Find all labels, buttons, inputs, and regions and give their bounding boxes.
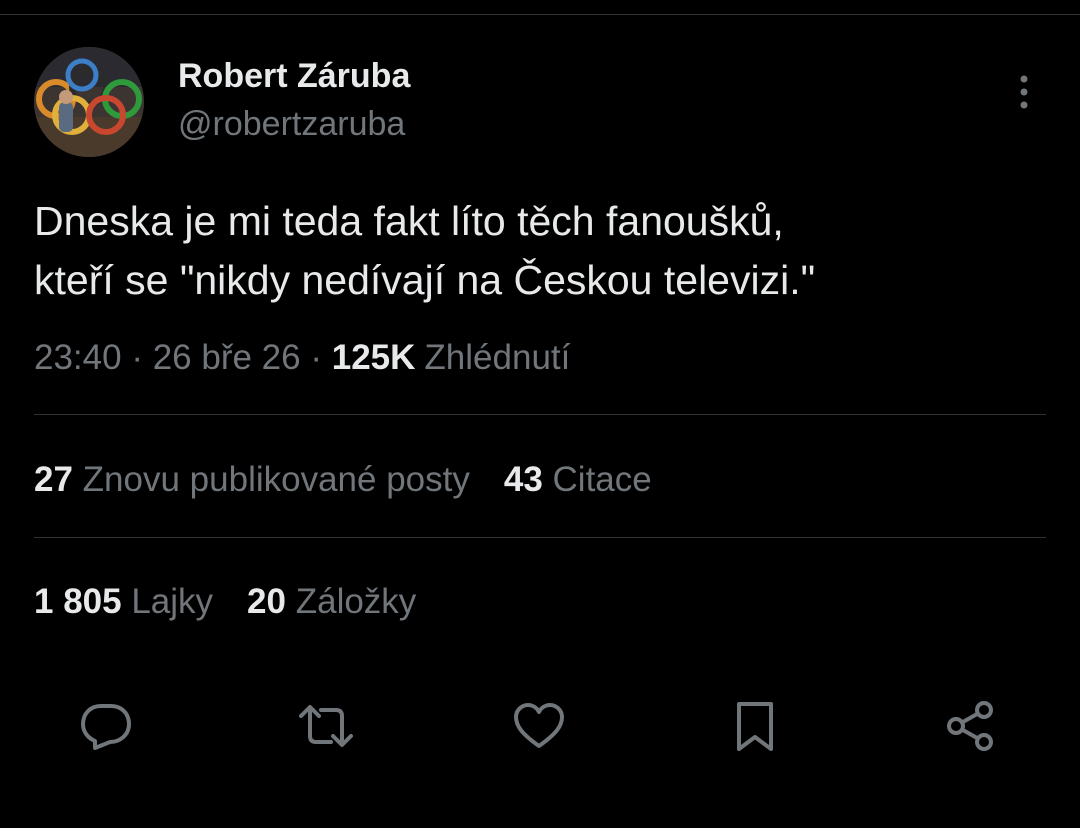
stats-row-reposts-quotes: 27 Znovu publikované posty 43 Citace bbox=[34, 458, 652, 502]
divider bbox=[34, 537, 1046, 538]
reposts-stat[interactable]: 27 Znovu publikované posty bbox=[34, 458, 470, 502]
post-time[interactable]: 23:40 bbox=[34, 338, 122, 377]
like-icon bbox=[514, 703, 564, 748]
quotes-stat[interactable]: 43 Citace bbox=[504, 458, 652, 502]
reply-button[interactable] bbox=[76, 696, 136, 756]
views-count: 125K bbox=[331, 338, 416, 377]
post-meta: 23:40 · 26 bře 26 · 125K Zhlédnutí bbox=[34, 336, 570, 380]
share-icon bbox=[947, 701, 993, 751]
quotes-label: Citace bbox=[552, 460, 652, 499]
bookmarks-count: 20 bbox=[247, 582, 286, 621]
quotes-count: 43 bbox=[503, 460, 543, 499]
likes-count: 1 805 bbox=[34, 582, 122, 621]
action-bar bbox=[0, 696, 1080, 756]
author-display-name[interactable]: Robert Záruba bbox=[178, 56, 410, 96]
post-date[interactable]: 26 bře 26 bbox=[153, 338, 301, 377]
author-handle[interactable]: @robertzaruba bbox=[178, 104, 405, 144]
views-label: Zhlédnutí bbox=[424, 338, 571, 377]
more-options-button[interactable] bbox=[1004, 72, 1044, 112]
post-text: Dneska je mi teda fakt líto těch fanoušk… bbox=[34, 198, 816, 303]
reposts-label: Znovu publikované posty bbox=[82, 460, 470, 499]
bookmark-icon bbox=[737, 702, 773, 751]
more-vertical-icon bbox=[1020, 75, 1028, 109]
reposts-count: 27 bbox=[34, 460, 73, 499]
avatar[interactable] bbox=[34, 47, 144, 157]
bookmarks-stat[interactable]: 20 Záložky bbox=[247, 580, 416, 624]
repost-button[interactable] bbox=[296, 696, 356, 756]
stats-row-likes-bookmarks: 1 805 Lajky 20 Záložky bbox=[34, 580, 416, 624]
meta-separator: · bbox=[131, 338, 143, 377]
reply-icon bbox=[81, 704, 131, 750]
share-button[interactable] bbox=[940, 696, 1000, 756]
top-divider bbox=[0, 14, 1080, 15]
meta-separator: · bbox=[310, 338, 323, 377]
divider bbox=[34, 414, 1046, 415]
repost-icon bbox=[299, 705, 353, 747]
like-button[interactable] bbox=[509, 696, 569, 756]
bookmark-button[interactable] bbox=[725, 696, 785, 756]
avatar-image bbox=[34, 47, 144, 157]
likes-stat[interactable]: 1 805 Lajky bbox=[34, 580, 213, 624]
bookmarks-label: Záložky bbox=[295, 582, 417, 621]
likes-label: Lajky bbox=[131, 582, 214, 621]
